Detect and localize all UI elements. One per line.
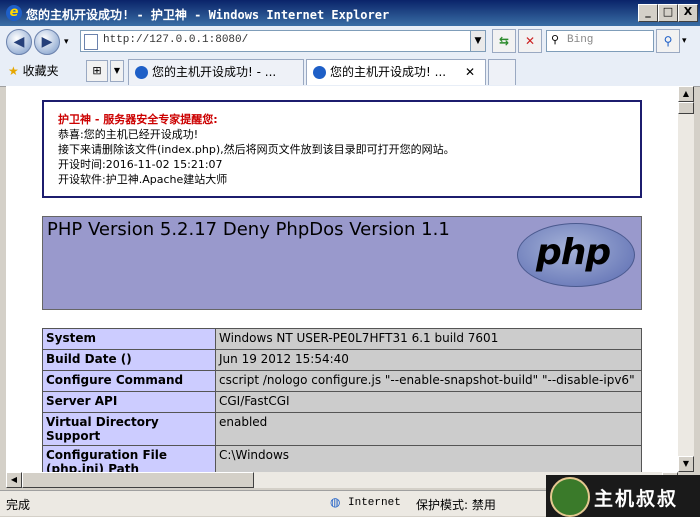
ie-tab-icon — [313, 66, 326, 79]
vertical-scrollbar[interactable]: ▲ ▼ — [678, 86, 694, 472]
row-key: Server API — [42, 391, 216, 413]
row-value: C:\Windows — [215, 445, 642, 472]
refresh-button[interactable]: ⇆ — [492, 29, 516, 53]
watermark-logo: 主机叔叔 — [546, 475, 700, 517]
ie-tab-icon — [135, 66, 148, 79]
table-row: Build Date () Jun 19 2012 15:54:40 — [42, 349, 642, 371]
favorites-label: 收藏夹 — [22, 64, 59, 78]
stop-button[interactable]: ✕ — [518, 29, 542, 53]
row-key: Configure Command — [42, 370, 216, 392]
new-tab-button[interactable] — [488, 59, 516, 85]
quick-tabs-icon[interactable]: ⊞ — [86, 60, 108, 82]
address-dropdown-icon[interactable]: ▼ — [470, 31, 485, 51]
forward-arrow-icon: ▶ — [41, 34, 53, 50]
row-value: enabled — [215, 412, 642, 446]
notice-box: 护卫神 - 服务器安全专家提醒您: 恭喜:您的主机已经开设成功! 接下来请删除该… — [42, 100, 642, 198]
notice-line: 恭喜:您的主机已经开设成功! — [58, 128, 199, 141]
row-value: Jun 19 2012 15:54:40 — [215, 349, 642, 371]
address-url: http://127.0.0.1:8080/ — [103, 34, 249, 46]
row-value: Windows NT USER-PE0L7HFT31 6.1 build 760… — [215, 328, 642, 350]
tab-1[interactable]: 您的主机开设成功! - ... — [128, 59, 304, 85]
php-logo-icon[interactable]: php — [517, 223, 635, 287]
row-key: Build Date () — [42, 349, 216, 371]
tab-1-label: 您的主机开设成功! - ... — [152, 65, 277, 79]
row-value: CGI/FastCGI — [215, 391, 642, 413]
search-icon: ⚲ — [663, 34, 673, 48]
hscroll-thumb[interactable] — [22, 472, 254, 488]
notice-line: 开设时间:2016-11-02 15:21:07 — [58, 158, 223, 171]
table-row: Configure Command cscript /nologo configu… — [42, 370, 642, 392]
tab-2-label: 您的主机开设成功! ... — [330, 65, 447, 79]
row-key: System — [42, 328, 216, 350]
protected-mode-label: 保护模式: 禁用 — [416, 498, 496, 512]
scroll-left-icon[interactable]: ◀ — [6, 472, 22, 488]
row-key: Configuration File (php.ini) Path — [42, 445, 216, 472]
row-value: cscript /nologo configure.js "--enable-s… — [215, 370, 642, 392]
page-content: 护卫神 - 服务器安全专家提醒您: 恭喜:您的主机已经开设成功! 接下来请删除该… — [6, 86, 678, 472]
back-button[interactable]: ◀ — [6, 29, 32, 55]
search-box[interactable]: ⚲ Bing — [546, 30, 654, 52]
scroll-thumb[interactable] — [678, 102, 694, 114]
star-icon: ★ — [8, 64, 19, 78]
scroll-up-icon[interactable]: ▲ — [678, 86, 694, 102]
address-toolbar: ◀ ▶ ▾ http://127.0.0.1:8080/ ▼ ⇆ ✕ ⚲ Bin… — [0, 26, 700, 56]
scroll-down-icon[interactable]: ▼ — [678, 456, 694, 472]
notice-line: 开设软件:护卫神.Apache建站大师 — [58, 173, 228, 186]
tab-2[interactable]: 您的主机开设成功! ... ✕ — [306, 59, 486, 85]
notice-line: 接下来请删除该文件(index.php),然后将网页文件放到该目录即可打开您的网… — [58, 143, 455, 156]
search-options-icon[interactable]: ▾ — [682, 36, 687, 46]
table-row: System Windows NT USER-PE0L7HFT31 6.1 bui… — [42, 328, 642, 350]
bing-search-icon: ⚲ — [551, 33, 560, 46]
favorites-button[interactable]: ★ 收藏夹 — [8, 62, 59, 79]
minimize-button[interactable]: _ — [638, 4, 658, 22]
search-placeholder: Bing — [567, 34, 594, 46]
tab-list-dropdown-icon[interactable]: ▼ — [110, 60, 124, 82]
table-row: Virtual Directory Support enabled — [42, 412, 642, 446]
status-text: 完成 — [6, 498, 31, 512]
back-arrow-icon: ◀ — [13, 34, 25, 50]
table-row: Server API CGI/FastCGI — [42, 391, 642, 413]
refresh-icon: ⇆ — [498, 34, 510, 48]
php-version-heading: PHP Version 5.2.17 Deny PhpDos Version 1… — [47, 219, 450, 240]
forward-button[interactable]: ▶ — [34, 29, 60, 55]
ie-logo-icon: e — [6, 5, 22, 21]
window-title: 您的主机开设成功! - 护卫神 - Windows Internet Explo… — [26, 8, 390, 22]
search-button[interactable]: ⚲ — [656, 29, 680, 53]
maximize-button[interactable]: □ — [658, 4, 678, 22]
address-bar[interactable]: http://127.0.0.1:8080/ ▼ — [80, 30, 486, 52]
tab-bar: ★ 收藏夹 ⊞ ▼ 您的主机开设成功! - ... 您的主机开设成功! ... ✕ — [0, 56, 700, 87]
page-icon — [84, 34, 98, 50]
notice-heading: 护卫神 - 服务器安全专家提醒您: — [58, 113, 218, 126]
row-key: Virtual Directory Support — [42, 412, 216, 446]
watermark-text: 主机叔叔 — [594, 488, 679, 510]
stop-icon: ✕ — [524, 34, 536, 48]
status-bar: 完成 ◍ Internet 保护模式: 禁用 主机叔叔 — [0, 475, 700, 517]
close-tab-icon[interactable]: ✕ — [465, 60, 475, 85]
table-row: Configuration File (php.ini) Path C:\Wind… — [42, 445, 642, 472]
php-header: PHP Version 5.2.17 Deny PhpDos Version 1… — [42, 216, 642, 310]
title-bar: e 您的主机开设成功! - 护卫神 - Windows Internet Exp… — [0, 0, 700, 26]
mascot-icon — [550, 477, 590, 517]
php-info-table: System Windows NT USER-PE0L7HFT31 6.1 bui… — [42, 328, 642, 472]
close-button[interactable]: X — [678, 4, 698, 22]
zone-label: Internet — [348, 497, 401, 509]
globe-icon: ◍ — [330, 495, 341, 509]
history-dropdown-icon[interactable]: ▾ — [64, 37, 69, 47]
